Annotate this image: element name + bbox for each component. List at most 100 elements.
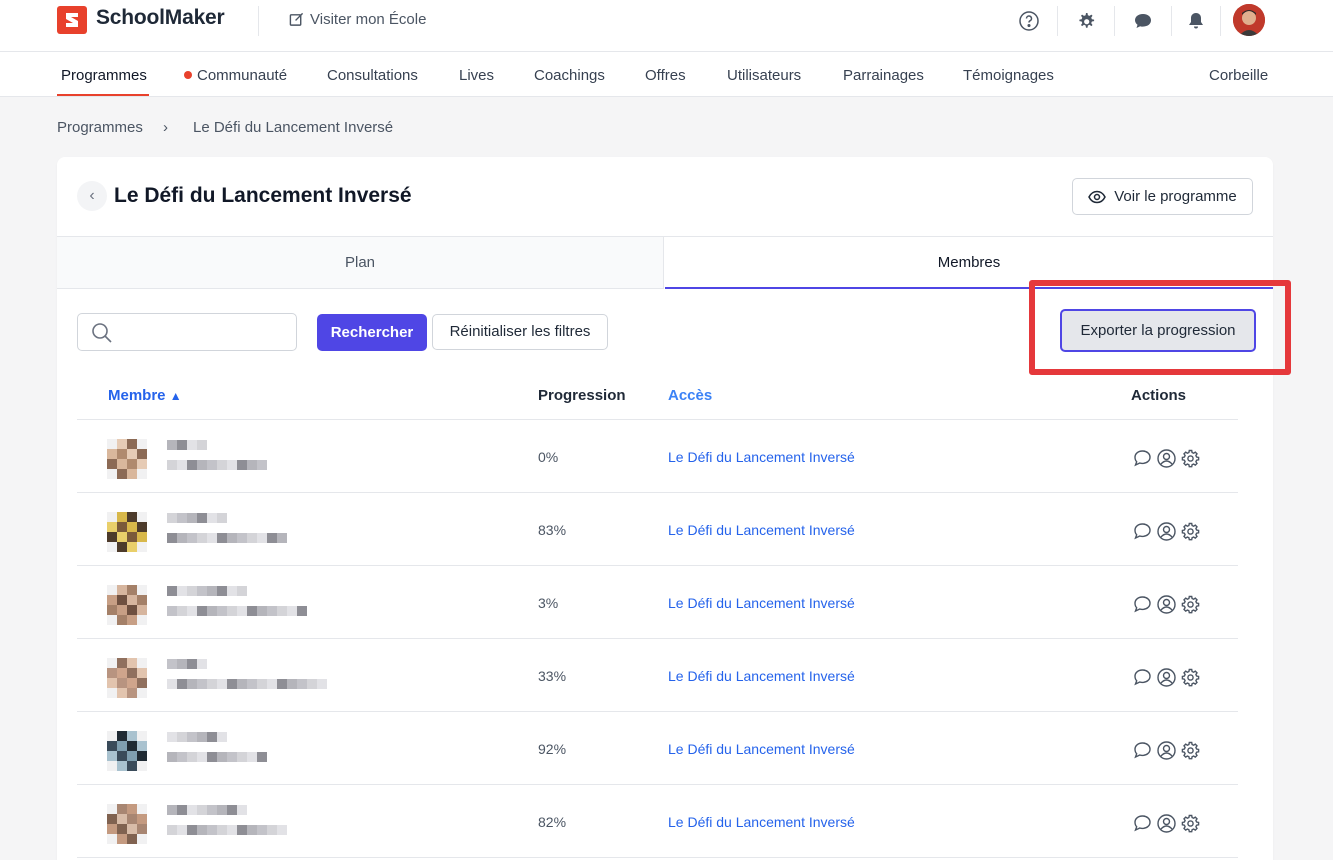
chat-icon[interactable] <box>1132 10 1154 32</box>
user-profile-icon[interactable] <box>1156 813 1177 834</box>
row-actions <box>1132 448 1201 469</box>
redacted-member-info <box>167 732 427 766</box>
schoolmaker-logo-icon[interactable] <box>57 6 87 34</box>
nav-parrainages[interactable]: Parrainages <box>843 67 924 84</box>
member-avatar[interactable] <box>107 804 147 844</box>
member-avatar[interactable] <box>107 439 147 479</box>
breadcrumb-root[interactable]: Programmes <box>57 119 143 136</box>
redacted-member-info <box>167 805 427 839</box>
top-bar: SchoolMaker Visiter mon École <box>0 0 1333 52</box>
row-actions <box>1132 594 1201 615</box>
table-row: 83% Le Défi du Lancement Inversé <box>77 493 1238 566</box>
table-row: 3% Le Défi du Lancement Inversé <box>77 566 1238 639</box>
nav-communaute[interactable]: Communauté <box>184 67 287 84</box>
redacted-member-info <box>167 659 427 693</box>
settings-icon[interactable] <box>1180 521 1201 542</box>
progress-value: 3% <box>538 595 559 611</box>
app-name[interactable]: SchoolMaker <box>96 6 225 30</box>
member-avatar[interactable] <box>107 658 147 698</box>
member-avatar[interactable] <box>107 512 147 552</box>
visit-school-label: Visiter mon École <box>310 11 427 28</box>
settings-icon[interactable] <box>1180 448 1201 469</box>
active-tab-indicator <box>57 94 149 96</box>
search-button[interactable]: Rechercher <box>317 314 427 351</box>
column-header-access[interactable]: Accès <box>668 387 712 404</box>
progress-value: 92% <box>538 741 567 757</box>
table-row: 82% Le Défi du Lancement Inversé <box>77 785 1238 858</box>
tab-plan[interactable]: Plan <box>57 237 664 289</box>
access-link[interactable]: Le Défi du Lancement Inversé <box>668 741 855 757</box>
user-profile-icon[interactable] <box>1156 448 1177 469</box>
user-profile-icon[interactable] <box>1156 594 1177 615</box>
redacted-member-info <box>167 586 427 620</box>
access-link[interactable]: Le Défi du Lancement Inversé <box>668 668 855 684</box>
member-avatar[interactable] <box>107 731 147 771</box>
access-link[interactable]: Le Défi du Lancement Inversé <box>668 595 855 611</box>
progress-value: 33% <box>538 668 567 684</box>
chevron-left-icon: ‹ <box>89 187 95 204</box>
divider <box>258 6 259 36</box>
message-icon[interactable] <box>1132 813 1153 834</box>
external-edit-icon <box>289 12 304 26</box>
back-button[interactable]: ‹ <box>77 181 107 211</box>
progress-value: 0% <box>538 449 559 465</box>
nav-consultations[interactable]: Consultations <box>327 67 418 84</box>
sort-ascending-icon: ▲ <box>169 389 182 403</box>
divider <box>1220 6 1221 36</box>
message-icon[interactable] <box>1132 667 1153 688</box>
nav-programmes[interactable]: Programmes <box>61 67 147 84</box>
settings-icon[interactable] <box>1180 667 1201 688</box>
search-input[interactable] <box>77 313 297 351</box>
access-link[interactable]: Le Défi du Lancement Inversé <box>668 814 855 830</box>
main-nav: Programmes Communauté Consultations Live… <box>0 52 1333 97</box>
redacted-member-info <box>167 513 427 547</box>
table-row: 92% Le Défi du Lancement Inversé <box>77 712 1238 785</box>
export-progress-button[interactable]: Exporter la progression <box>1060 309 1256 352</box>
access-link[interactable]: Le Défi du Lancement Inversé <box>668 522 855 538</box>
row-actions <box>1132 667 1201 688</box>
user-profile-icon[interactable] <box>1156 667 1177 688</box>
nav-communaute-label: Communauté <box>197 67 288 84</box>
gear-icon[interactable] <box>1075 10 1097 32</box>
divider <box>1114 6 1115 36</box>
divider <box>1171 6 1172 36</box>
bell-icon[interactable] <box>1185 10 1207 32</box>
access-link[interactable]: Le Défi du Lancement Inversé <box>668 449 855 465</box>
program-title: Le Défi du Lancement Inversé <box>114 184 412 207</box>
row-actions <box>1132 521 1201 542</box>
nav-coachings[interactable]: Coachings <box>534 67 605 84</box>
user-avatar[interactable] <box>1233 4 1265 36</box>
view-program-label: Voir le programme <box>1114 188 1237 205</box>
nav-lives[interactable]: Lives <box>459 67 494 84</box>
visit-school-link[interactable]: Visiter mon École <box>289 11 426 28</box>
nav-temoignages[interactable]: Témoignages <box>963 67 1054 84</box>
message-icon[interactable] <box>1132 448 1153 469</box>
member-avatar[interactable] <box>107 585 147 625</box>
eye-icon <box>1088 190 1107 203</box>
message-icon[interactable] <box>1132 521 1153 542</box>
message-icon[interactable] <box>1132 594 1153 615</box>
settings-icon[interactable] <box>1180 813 1201 834</box>
nav-corbeille[interactable]: Corbeille <box>1209 67 1268 84</box>
user-profile-icon[interactable] <box>1156 740 1177 761</box>
reset-filters-button[interactable]: Réinitialiser les filtres <box>432 314 608 350</box>
table-row: 33% Le Défi du Lancement Inversé <box>77 639 1238 712</box>
column-header-member[interactable]: Membre ▲ <box>108 387 182 404</box>
user-profile-icon[interactable] <box>1156 521 1177 542</box>
message-icon[interactable] <box>1132 740 1153 761</box>
settings-icon[interactable] <box>1180 740 1201 761</box>
progress-value: 82% <box>538 814 567 830</box>
help-icon[interactable] <box>1018 10 1040 32</box>
settings-icon[interactable] <box>1180 594 1201 615</box>
notification-dot <box>184 71 192 79</box>
divider <box>1057 6 1058 36</box>
redacted-member-info <box>167 440 427 474</box>
chevron-right-icon: › <box>163 119 168 136</box>
nav-offres[interactable]: Offres <box>645 67 686 84</box>
column-header-actions: Actions <box>1131 387 1187 404</box>
table-row: 0% Le Défi du Lancement Inversé <box>77 420 1238 493</box>
progress-value: 83% <box>538 522 567 538</box>
member-header-label: Membre <box>108 387 166 404</box>
nav-utilisateurs[interactable]: Utilisateurs <box>727 67 801 84</box>
view-program-button[interactable]: Voir le programme <box>1072 178 1253 215</box>
